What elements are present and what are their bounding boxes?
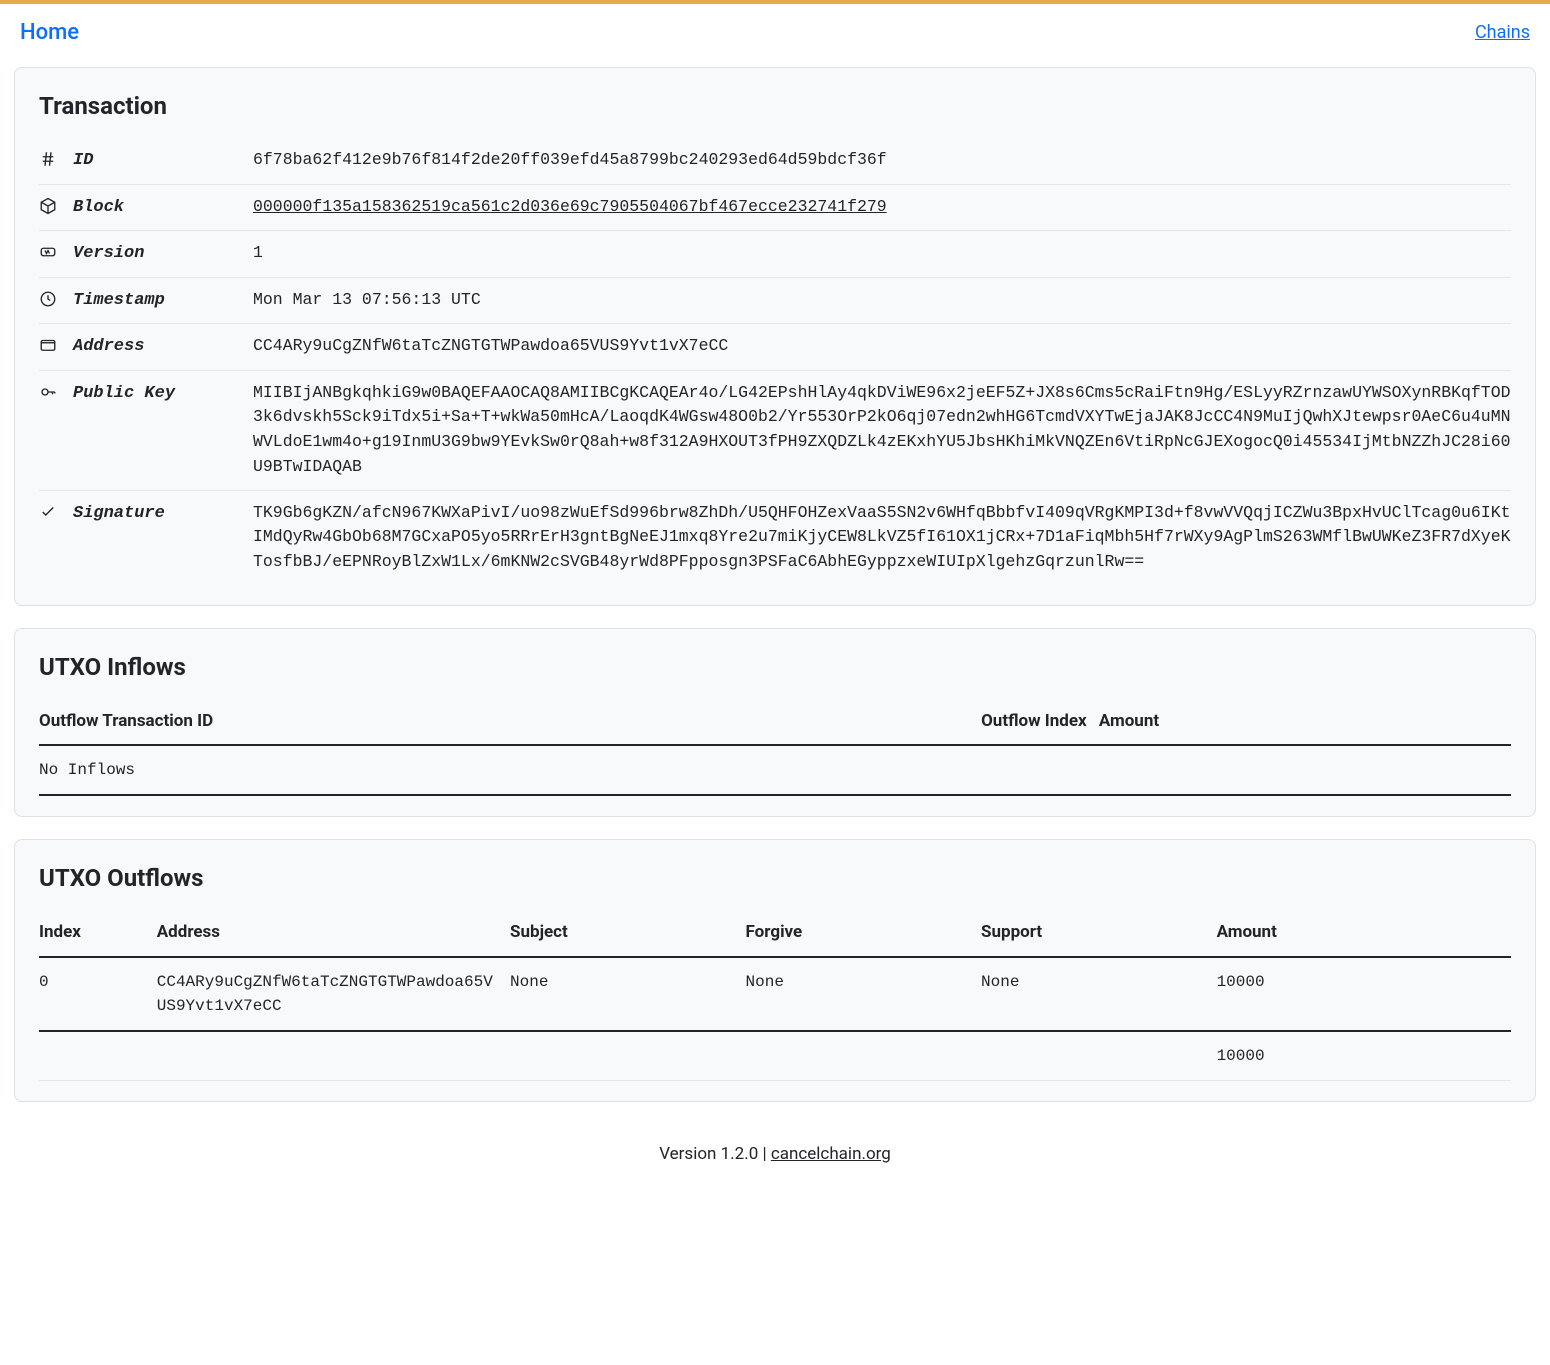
- transaction-card: Transaction ID 6f78ba62f412e9b76f814f2de…: [14, 67, 1536, 606]
- col-index: Index: [39, 910, 157, 957]
- cell-address: CC4ARy9uCgZNfW6taTcZNGTGTWPawdoa65VUS9Yv…: [157, 957, 510, 1031]
- block-link[interactable]: 000000f135a158362519ca561c2d036e69c79055…: [253, 197, 887, 216]
- row-signature: Signature TK9Gb6gKZN/afcN967KWXaPivI/uo9…: [39, 491, 1511, 585]
- row-public-key: Public Key MIIBIjANBgkqhkiG9w0BAQEFAAOCA…: [39, 371, 1511, 491]
- footer: Version 1.2.0 | cancelchain.org: [0, 1124, 1550, 1198]
- value-signature: TK9Gb6gKZN/afcN967KWXaPivI/uo98zWuEfSd99…: [253, 501, 1511, 575]
- nav-home-link[interactable]: Home: [20, 20, 79, 45]
- transaction-title: Transaction: [39, 88, 1511, 124]
- row-block: Block 000000f135a158362519ca561c2d036e69…: [39, 185, 1511, 232]
- label-version: Version: [73, 241, 253, 267]
- row-id: ID 6f78ba62f412e9b76f814f2de20ff039efd45…: [39, 138, 1511, 185]
- table-row: 0 CC4ARy9uCgZNfW6taTcZNGTGTWPawdoa65VUS9…: [39, 957, 1511, 1031]
- inflows-empty-text: No Inflows: [39, 745, 1511, 795]
- cell-amount: 10000: [1217, 957, 1511, 1031]
- outflows-table: Index Address Subject Forgive Support Am…: [39, 910, 1511, 1081]
- label-address: Address: [73, 334, 253, 360]
- label-signature: Signature: [73, 501, 253, 527]
- top-nav: Home Chains: [0, 4, 1550, 67]
- inflows-title: UTXO Inflows: [39, 649, 1511, 685]
- outflows-total-row: 10000: [39, 1031, 1511, 1081]
- footer-version: Version 1.2.0 |: [659, 1144, 771, 1164]
- col-forgive: Forgive: [746, 910, 982, 957]
- inflows-table: Outflow Transaction ID Outflow Index Amo…: [39, 699, 1511, 797]
- value-id: 6f78ba62f412e9b76f814f2de20ff039efd45a87…: [253, 148, 1511, 173]
- col-inflow-amount: Amount: [1099, 699, 1511, 746]
- row-version: Version 1: [39, 231, 1511, 278]
- value-public-key: MIIBIjANBgkqhkiG9w0BAQEFAAOCAQ8AMIIBCgKC…: [253, 381, 1511, 480]
- cell-index: 0: [39, 957, 157, 1031]
- value-address: CC4ARy9uCgZNfW6taTcZNGTGTWPawdoa65VUS9Yv…: [253, 334, 1511, 359]
- col-support: Support: [981, 910, 1217, 957]
- col-outflow-tx-id: Outflow Transaction ID: [39, 699, 981, 746]
- outflows-title: UTXO Outflows: [39, 860, 1511, 896]
- col-outflow-index: Outflow Index: [981, 699, 1099, 746]
- wallet-icon: [39, 334, 73, 354]
- row-address: Address CC4ARy9uCgZNfW6taTcZNGTGTWPawdoa…: [39, 324, 1511, 371]
- footer-link[interactable]: cancelchain.org: [771, 1144, 891, 1164]
- col-subject: Subject: [510, 910, 746, 957]
- col-address: Address: [157, 910, 510, 957]
- row-timestamp: Timestamp Mon Mar 13 07:56:13 UTC: [39, 278, 1511, 325]
- key-icon: [39, 381, 73, 401]
- cube-icon: [39, 195, 73, 215]
- value-version: 1: [253, 241, 1511, 266]
- value-timestamp: Mon Mar 13 07:56:13 UTC: [253, 288, 1511, 313]
- label-id: ID: [73, 148, 253, 174]
- nav-chains-link[interactable]: Chains: [1475, 22, 1530, 43]
- cell-subject: None: [510, 957, 746, 1031]
- inflows-card: UTXO Inflows Outflow Transaction ID Outf…: [14, 628, 1536, 818]
- label-public-key: Public Key: [73, 381, 253, 407]
- col-amount: Amount: [1217, 910, 1511, 957]
- version-icon: [39, 241, 73, 261]
- hash-icon: [39, 148, 73, 168]
- label-timestamp: Timestamp: [73, 288, 253, 314]
- label-block: Block: [73, 195, 253, 221]
- cell-forgive: None: [746, 957, 982, 1031]
- outflows-card: UTXO Outflows Index Address Subject Forg…: [14, 839, 1536, 1102]
- clock-icon: [39, 288, 73, 308]
- cell-support: None: [981, 957, 1217, 1031]
- check-icon: [39, 501, 73, 521]
- inflows-empty-row: No Inflows: [39, 745, 1511, 795]
- outflows-total: 10000: [1217, 1031, 1511, 1081]
